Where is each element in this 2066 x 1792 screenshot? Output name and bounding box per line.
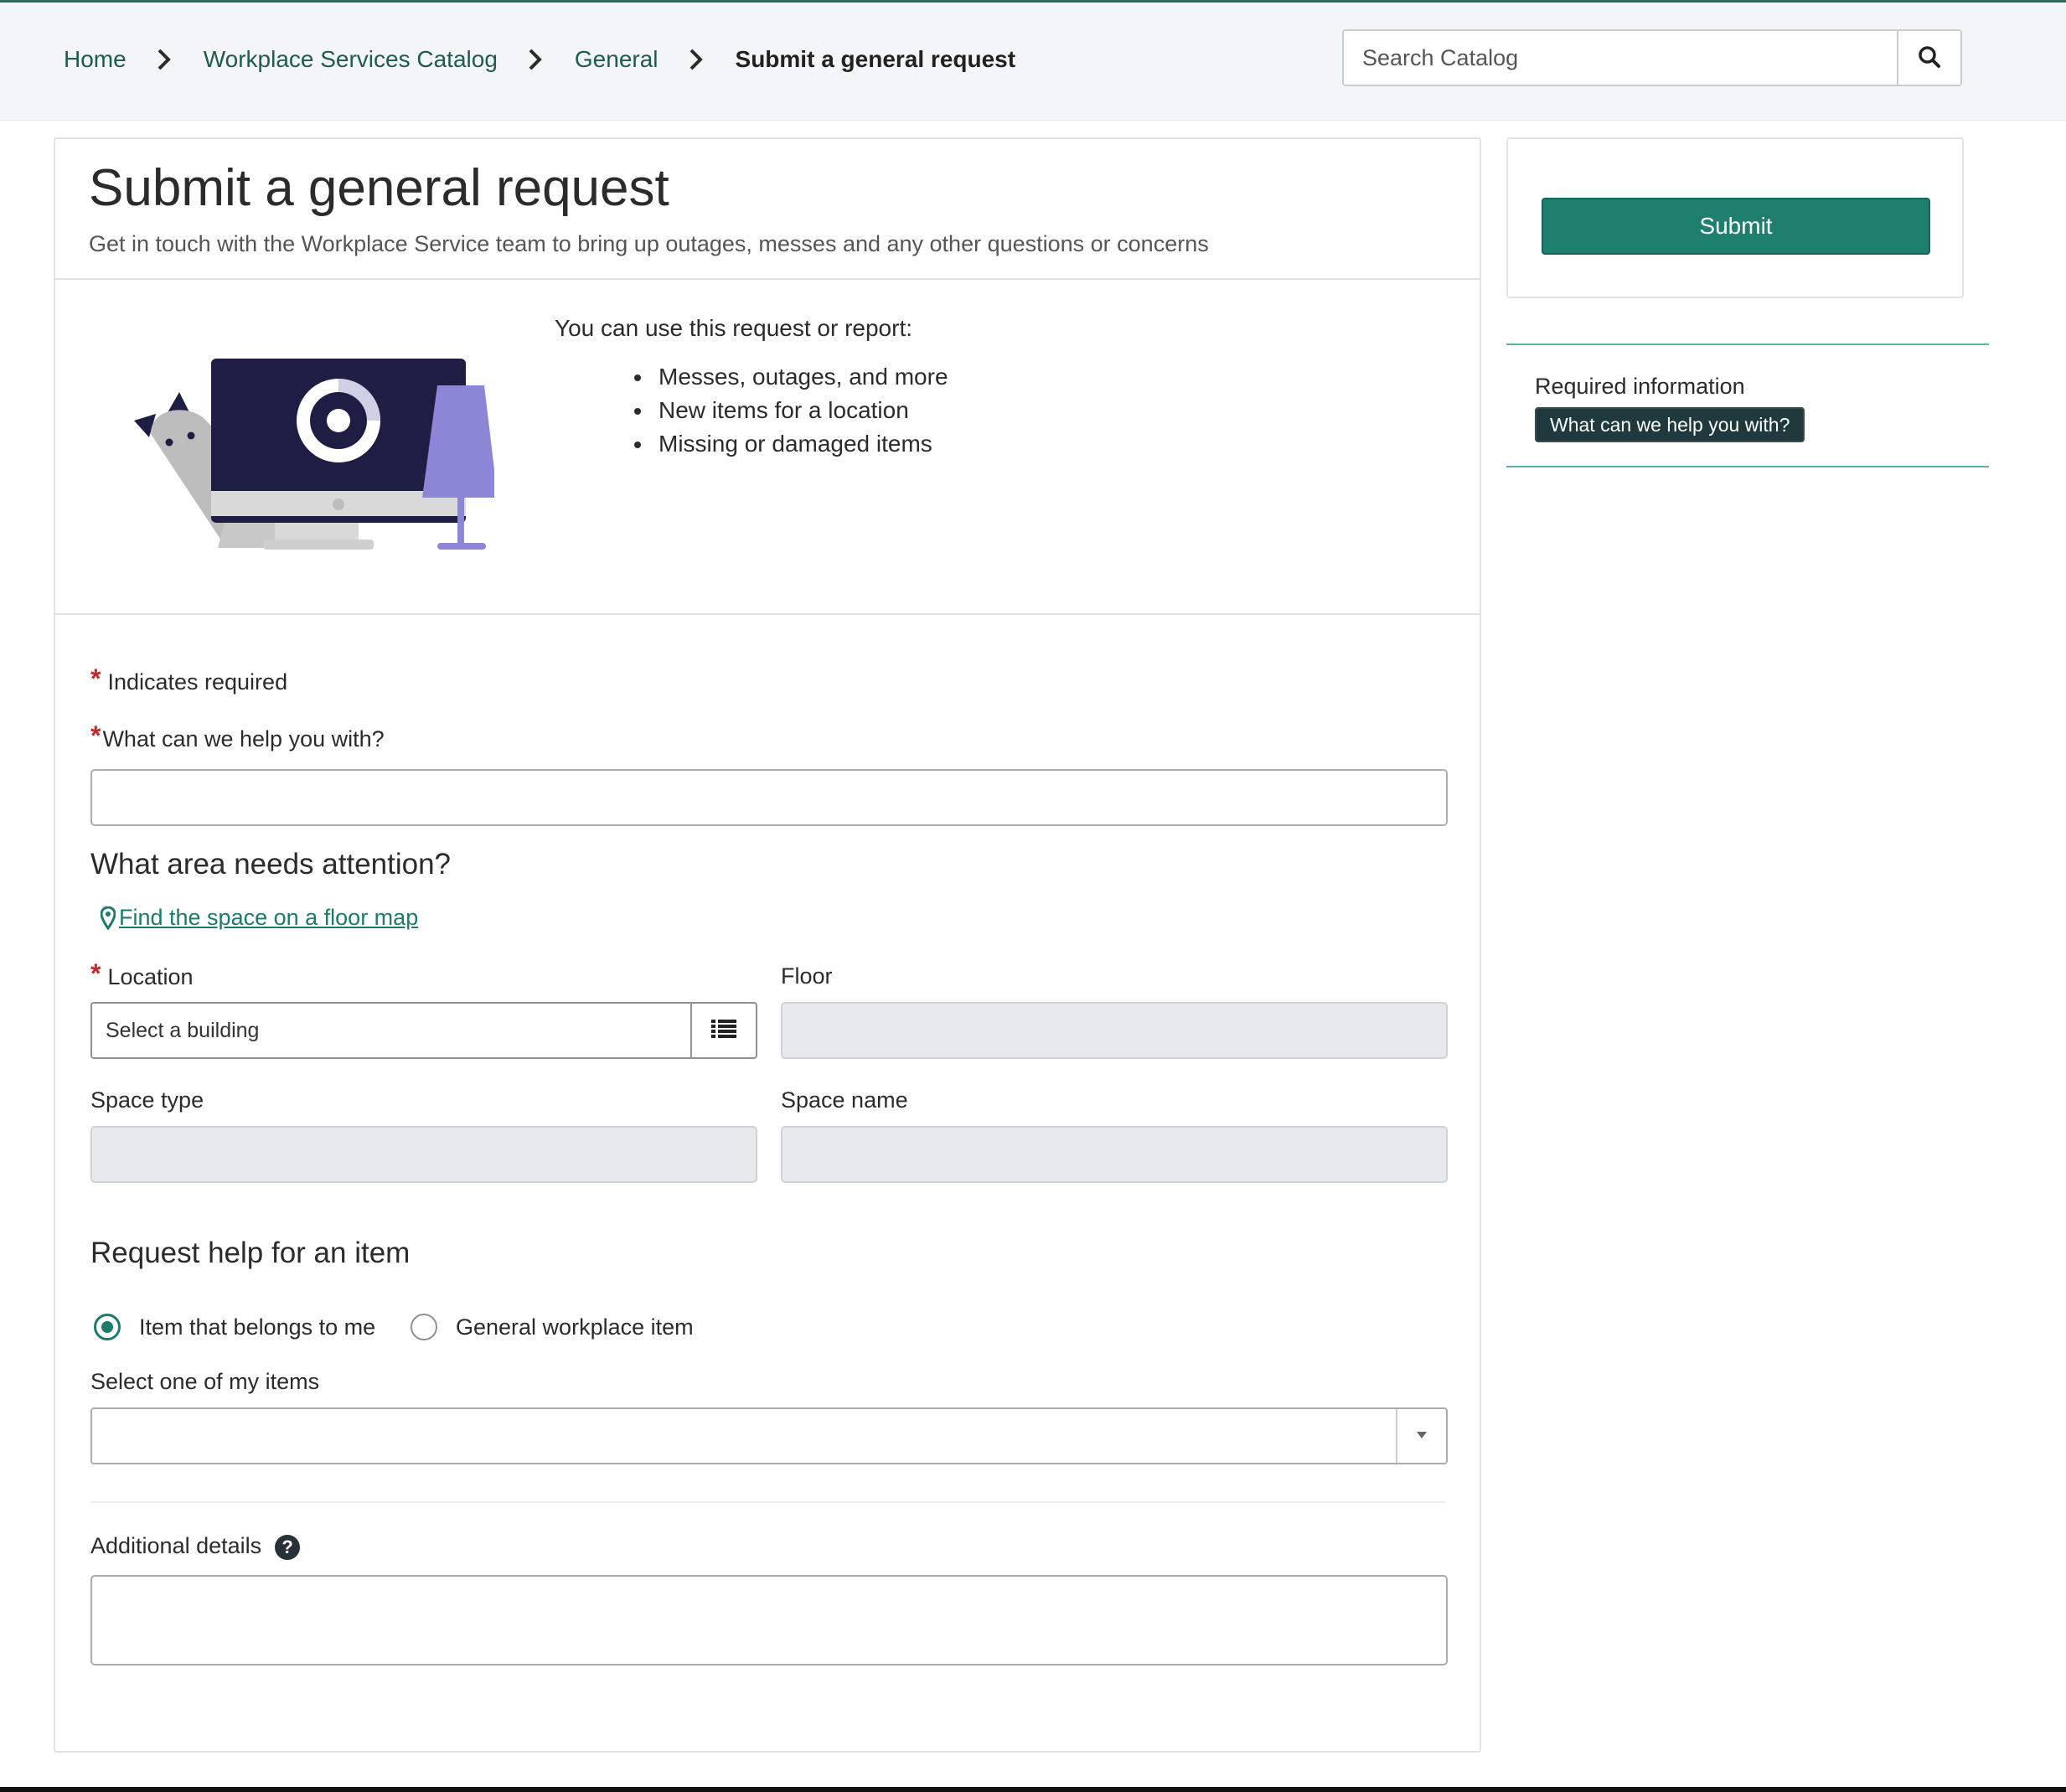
required-item-help[interactable]: What can we help you with?: [1535, 407, 1805, 442]
map-marker-icon: [101, 906, 116, 930]
help-field-label: *What can we help you with?: [90, 720, 385, 753]
floor-map-link[interactable]: Find the space on a floor map: [101, 905, 418, 931]
location-label-text: Location: [107, 964, 194, 989]
item-section-title: Request help for an item: [90, 1237, 411, 1269]
location-list-button[interactable]: [690, 1004, 756, 1057]
page-title: Submit a general request: [89, 159, 669, 217]
catalog-search: [1342, 29, 1962, 86]
intro-list: Messes, outages, and more New items for …: [653, 360, 948, 461]
space-type-field: [90, 1126, 757, 1183]
breadcrumb-home[interactable]: Home: [64, 46, 127, 73]
list-item: Missing or damaged items: [653, 427, 948, 461]
list-item: New items for a location: [653, 394, 948, 427]
details-textarea[interactable]: [90, 1575, 1448, 1665]
floor-map-link-text: Find the space on a floor map: [119, 905, 419, 930]
chevron-right-icon: [157, 48, 173, 71]
list-item: Messes, outages, and more: [653, 360, 948, 394]
workplace-illustration: [126, 340, 498, 562]
details-label-text: Additional details: [90, 1533, 262, 1558]
location-picker[interactable]: Select a building: [90, 1002, 757, 1059]
space-name-field: [781, 1126, 1448, 1183]
floor-label: Floor: [781, 963, 833, 989]
question-circle-icon[interactable]: ?: [275, 1534, 301, 1560]
required-info-panel: Required information What can we help yo…: [1506, 343, 1989, 467]
chevron-right-icon: [689, 48, 705, 71]
radio-button[interactable]: [411, 1314, 437, 1340]
location-placeholder: Select a building: [106, 1018, 260, 1042]
radio-my-item[interactable]: Item that belongs to me: [94, 1314, 375, 1340]
intro-section: You can use this request or report: Mess…: [55, 280, 1480, 615]
breadcrumb: Home Workplace Services Catalog General …: [64, 46, 1015, 73]
submit-card: Submit: [1506, 137, 1964, 298]
list-icon: [711, 1019, 736, 1043]
my-items-select[interactable]: [90, 1407, 1448, 1464]
window-bottom-edge: [0, 1787, 2066, 1792]
help-field-label-text: What can we help you with?: [102, 726, 385, 751]
radio-button-checked[interactable]: [94, 1314, 121, 1340]
breadcrumb-general[interactable]: General: [575, 46, 659, 73]
breadcrumb-current: Submit a general request: [735, 46, 1016, 72]
intro-text: You can use this request or report: Mess…: [555, 315, 948, 461]
request-form-card: Submit a general request Get in touch wi…: [54, 137, 1481, 1753]
required-note-text: Indicates required: [107, 669, 288, 695]
floor-field: [781, 1002, 1448, 1059]
required-asterisk: *: [90, 958, 101, 989]
submit-button[interactable]: Submit: [1542, 198, 1930, 255]
area-section-title: What area needs attention?: [90, 848, 452, 881]
details-label: Additional details?: [90, 1533, 301, 1560]
help-input[interactable]: [90, 769, 1448, 826]
my-items-value: [92, 1409, 1396, 1463]
card-header: Submit a general request Get in touch wi…: [55, 139, 1480, 280]
space-type-label: Space type: [90, 1087, 204, 1113]
location-label: * Location: [90, 958, 194, 991]
my-items-dropdown-button[interactable]: [1396, 1409, 1446, 1463]
caret-down-icon: [1416, 1428, 1428, 1443]
radio-general-item-label: General workplace item: [456, 1314, 694, 1340]
search-icon: [1918, 45, 1941, 71]
required-asterisk: *: [90, 720, 101, 751]
chevron-right-icon: [528, 48, 545, 71]
search-button[interactable]: [1897, 31, 1960, 85]
space-name-label: Space name: [781, 1087, 908, 1113]
page-subtitle: Get in touch with the Workplace Service …: [89, 231, 1209, 257]
breadcrumb-catalog[interactable]: Workplace Services Catalog: [204, 46, 498, 73]
intro-lead: You can use this request or report:: [555, 315, 912, 341]
required-asterisk: *: [90, 664, 101, 694]
form-divider: [90, 1501, 1446, 1503]
radio-general-item[interactable]: General workplace item: [411, 1314, 694, 1340]
search-input[interactable]: [1344, 31, 1897, 85]
my-items-label: Select one of my items: [90, 1369, 320, 1394]
radio-my-item-label: Item that belongs to me: [139, 1314, 376, 1340]
required-info-title: Required information: [1535, 374, 1745, 399]
required-note: * Indicates required: [90, 664, 288, 696]
top-bar: Home Workplace Services Catalog General …: [0, 0, 2066, 121]
